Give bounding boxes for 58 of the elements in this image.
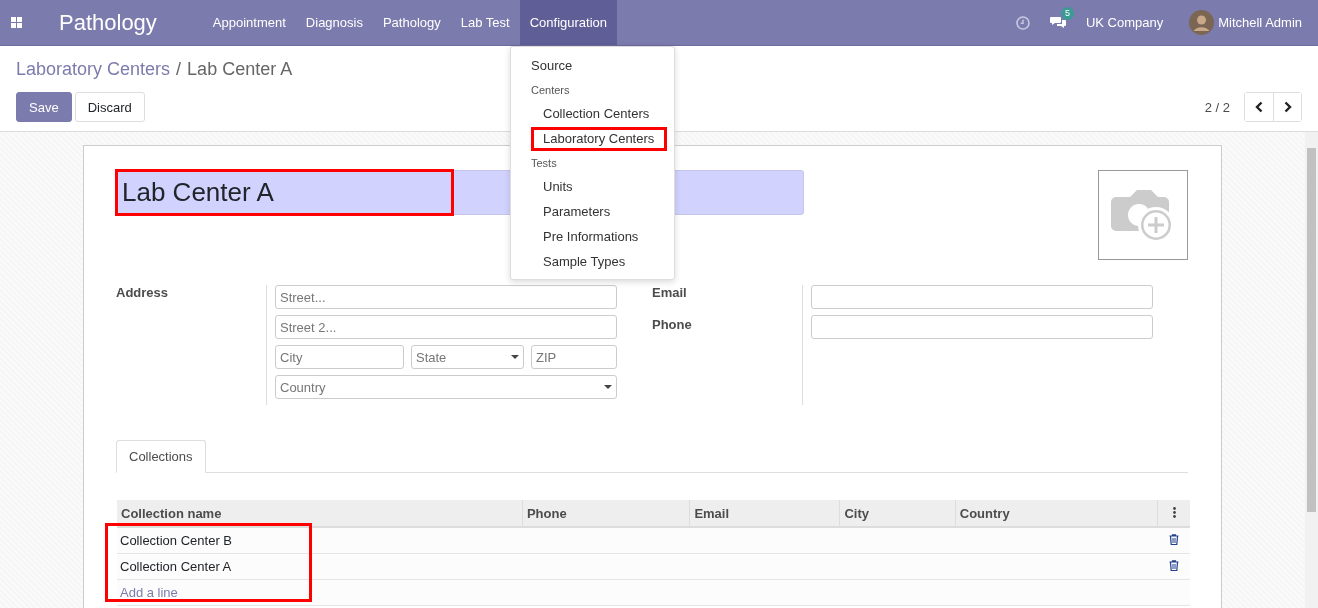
message-count-badge: 5 bbox=[1060, 7, 1074, 20]
discard-button[interactable]: Discard bbox=[74, 92, 145, 122]
chevron-right-icon bbox=[1283, 101, 1292, 113]
table-cell: Collection Center A bbox=[117, 553, 523, 580]
trash-icon[interactable] bbox=[1168, 560, 1179, 571]
company-switcher[interactable]: UK Company bbox=[1085, 15, 1164, 30]
column-options[interactable] bbox=[1157, 500, 1190, 527]
column-header[interactable]: City bbox=[839, 500, 956, 527]
text-field[interactable]: Street... bbox=[275, 285, 617, 309]
breadcrumb-link[interactable]: Laboratory Centers bbox=[16, 59, 171, 79]
scrollbar-thumb[interactable] bbox=[1307, 148, 1316, 512]
user-name[interactable]: Mitchell Admin bbox=[1218, 15, 1302, 30]
save-button[interactable]: Save bbox=[16, 92, 72, 122]
text-field[interactable]: City bbox=[275, 345, 404, 369]
menu-item[interactable]: Pathology bbox=[372, 0, 451, 45]
dropdown-item[interactable]: Pre Informations bbox=[543, 229, 639, 244]
dropdown-item[interactable]: Source bbox=[531, 58, 573, 73]
add-line-link[interactable]: Add a line bbox=[120, 585, 178, 600]
text-field[interactable]: Street 2... bbox=[275, 315, 617, 339]
breadcrumb-current: Lab Center A bbox=[187, 59, 293, 79]
chevron-left-icon bbox=[1255, 101, 1263, 113]
menu-section-header: Centers bbox=[530, 82, 571, 98]
apps-grid-icon[interactable] bbox=[11, 17, 22, 28]
dropdown-field[interactable]: Country bbox=[275, 375, 617, 399]
caret-icon bbox=[511, 355, 519, 359]
pager-counter: 2 / 2 bbox=[1204, 99, 1230, 115]
dropdown-item[interactable]: Sample Types bbox=[543, 254, 626, 269]
user-avatar[interactable] bbox=[1189, 10, 1215, 35]
dropdown-item[interactable]: Collection Centers bbox=[543, 106, 650, 121]
email-field[interactable] bbox=[811, 285, 1153, 309]
field-label: Email bbox=[652, 285, 688, 300]
trash-icon[interactable] bbox=[1168, 534, 1179, 545]
clock-icon[interactable] bbox=[1015, 15, 1030, 30]
field-label: Address bbox=[116, 285, 170, 302]
column-header[interactable]: Email bbox=[689, 500, 840, 527]
next-button[interactable] bbox=[1273, 93, 1301, 121]
menu-section-header: Tests bbox=[530, 155, 558, 171]
menu-item[interactable]: Configuration bbox=[519, 0, 618, 45]
tab[interactable]: Collections bbox=[116, 440, 206, 473]
breadcrumb-separator: / bbox=[176, 59, 182, 79]
dropdown-field[interactable]: State bbox=[411, 345, 524, 369]
kebab-menu-icon bbox=[1172, 506, 1176, 518]
field-label: Phone bbox=[652, 317, 693, 332]
menu-item[interactable]: Diagnosis bbox=[295, 0, 373, 45]
dropdown-item[interactable]: Units bbox=[543, 179, 573, 194]
dropdown-item[interactable]: Laboratory Centers bbox=[543, 131, 655, 146]
column-header[interactable]: Country bbox=[955, 500, 1158, 527]
chat-bubbles-icon[interactable] bbox=[1049, 16, 1066, 29]
menu-item[interactable]: Appointment bbox=[202, 0, 296, 45]
column-header[interactable]: Collection name bbox=[117, 500, 523, 527]
text-field[interactable]: ZIP bbox=[531, 345, 617, 369]
caret-icon bbox=[604, 385, 612, 389]
app-title: Pathology bbox=[59, 9, 157, 36]
phone-field[interactable] bbox=[811, 315, 1153, 339]
image-upload-box[interactable] bbox=[1098, 170, 1188, 260]
column-header[interactable]: Phone bbox=[522, 500, 690, 527]
menu-item[interactable]: Lab Test bbox=[450, 0, 520, 45]
table-cell: Collection Center B bbox=[117, 527, 523, 554]
